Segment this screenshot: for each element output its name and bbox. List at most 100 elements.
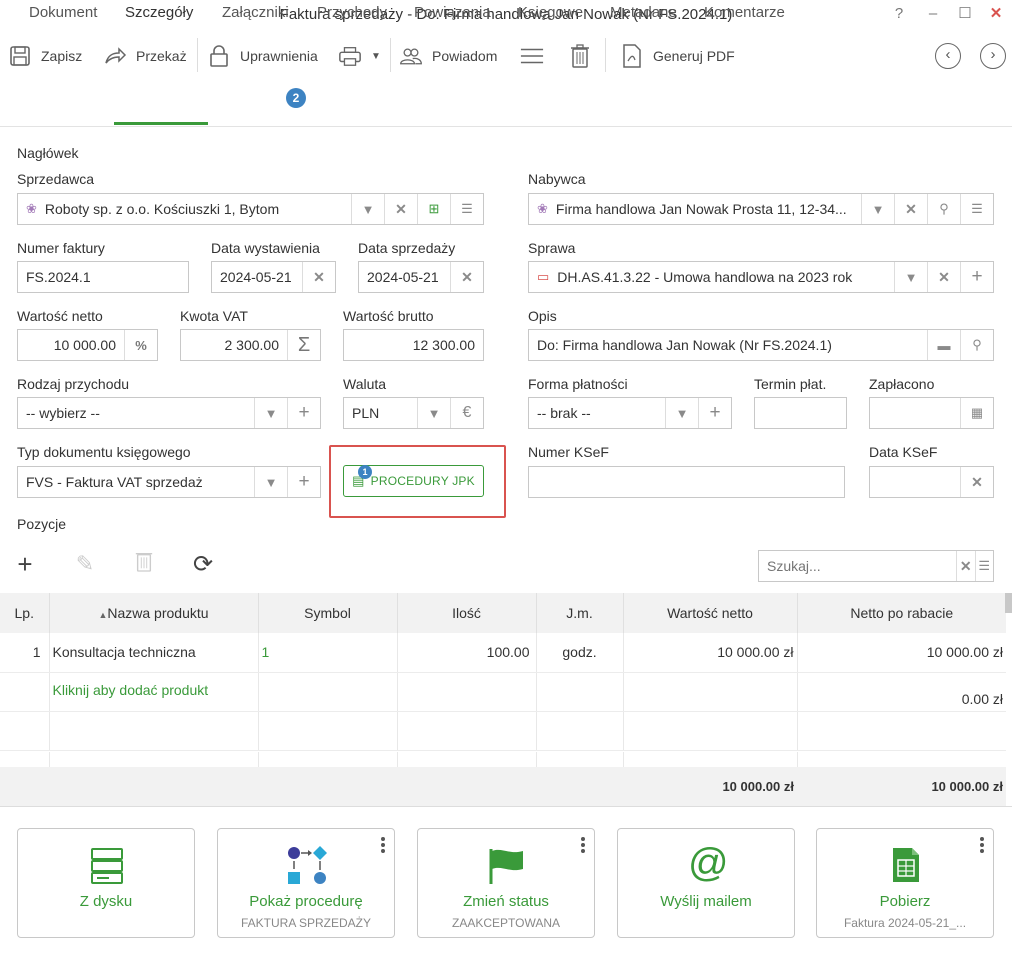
ksef-number-input[interactable] xyxy=(528,466,845,498)
sale-date-input[interactable]: 2024-05-21 ✕ xyxy=(358,261,484,293)
help-button[interactable]: ? xyxy=(888,2,910,26)
tile-change-status[interactable]: Zmień status ZAAKCEPTOWANA xyxy=(417,828,595,938)
dropdown-icon[interactable]: ▼ xyxy=(351,194,384,224)
hamburger-icon xyxy=(520,44,544,68)
previous-button[interactable]: ‹ xyxy=(935,43,961,69)
euro-icon[interactable]: € xyxy=(450,398,483,428)
description-input[interactable]: Do: Firma handlowa Jan Nowak (Nr FS.2024… xyxy=(528,329,994,361)
add-product-row[interactable]: Kliknij aby dodać produkt 0.00 zł xyxy=(0,672,1006,712)
currency-select[interactable]: PLN ▼ € xyxy=(343,397,484,429)
invoice-number-input[interactable]: FS.2024.1 xyxy=(17,261,189,293)
list-icon[interactable]: ☰ xyxy=(960,194,993,224)
dropdown-icon[interactable]: ▼ xyxy=(254,467,287,497)
print-button[interactable]: ▼ xyxy=(338,40,381,72)
payment-form-select[interactable]: -- brak -- ▼ + xyxy=(528,397,732,429)
tile-send-email[interactable]: @ Wyślij mailem xyxy=(617,828,795,938)
edit-position-button[interactable]: ✎ xyxy=(69,548,101,580)
gross-input[interactable]: 12 300.00 xyxy=(343,329,484,361)
add-icon[interactable]: + xyxy=(287,398,320,428)
minimize-button[interactable]: – xyxy=(922,2,944,26)
more-options-icon[interactable] xyxy=(380,835,386,855)
add-product-link[interactable]: Kliknij aby dodać produkt xyxy=(49,672,259,712)
clear-icon[interactable]: ✕ xyxy=(960,467,993,497)
search-input[interactable] xyxy=(759,552,956,580)
tab-metadane[interactable]: Metadane xyxy=(610,0,677,32)
issue-date-input[interactable]: 2024-05-21 ✕ xyxy=(211,261,336,293)
ksef-date-input[interactable]: ✕ xyxy=(869,466,994,498)
tile-from-disk[interactable]: Z dysku xyxy=(17,828,195,938)
more-options-icon[interactable] xyxy=(979,835,985,855)
search-icon[interactable]: ⚲ xyxy=(960,330,993,360)
col-net-discount[interactable]: Netto po rabacie xyxy=(797,593,1006,633)
hierarchy-icon[interactable]: ⊞ xyxy=(417,194,450,224)
calendar-icon[interactable]: ▦ xyxy=(960,398,993,428)
dropdown-icon[interactable]: ▼ xyxy=(254,398,287,428)
tab-ksiegowe[interactable]: Księgowe xyxy=(518,0,583,32)
col-symbol[interactable]: Symbol xyxy=(258,593,398,633)
add-icon[interactable]: + xyxy=(287,467,320,497)
permissions-button[interactable]: Uprawnienia xyxy=(207,40,318,72)
delete-button[interactable] xyxy=(568,40,592,72)
next-button[interactable]: › xyxy=(980,43,1006,69)
close-button[interactable]: ✕ xyxy=(985,2,1007,26)
paid-date-input[interactable]: ▦ xyxy=(869,397,994,429)
more-options-icon[interactable] xyxy=(580,835,586,855)
ksef-number-label: Numer KSeF xyxy=(528,444,609,460)
tile-download[interactable]: Pobierz Faktura 2024-05-21_... xyxy=(816,828,994,938)
tab-powiazania[interactable]: Powiązania xyxy=(414,0,491,32)
at-icon: @ xyxy=(688,841,729,885)
refresh-button[interactable]: ⟳ xyxy=(187,548,219,580)
clear-icon[interactable]: ✕ xyxy=(894,194,927,224)
tab-komentarze[interactable]: Komentarze xyxy=(704,0,785,32)
doc-type-select[interactable]: FVS - Faktura VAT sprzedaż ▼ + xyxy=(17,466,321,498)
add-icon[interactable]: + xyxy=(960,262,993,292)
payment-term-input[interactable] xyxy=(754,397,847,429)
col-quantity[interactable]: Ilość xyxy=(397,593,537,633)
seller-field[interactable]: ❀ Roboty sp. z o.o. Kościuszki 1, Bytom … xyxy=(17,193,484,225)
case-field[interactable]: ▭ DH.AS.41.3.22 - Umowa handlowa na 2023… xyxy=(528,261,994,293)
clear-icon[interactable]: ✕ xyxy=(302,262,335,292)
clear-icon[interactable]: ✕ xyxy=(450,262,483,292)
notify-button[interactable]: Powiadom xyxy=(399,40,497,72)
menu-button[interactable] xyxy=(520,40,544,72)
buyer-field[interactable]: ❀ Firma handlowa Jan Nowak Prosta 11, 12… xyxy=(528,193,994,225)
tab-szczegoly[interactable]: Szczegóły xyxy=(125,0,193,32)
generate-pdf-button[interactable]: Generuj PDF xyxy=(620,40,735,72)
clear-icon[interactable]: ✕ xyxy=(927,262,960,292)
tab-przychody[interactable]: Przychody xyxy=(317,0,387,32)
sum-icon[interactable]: Σ xyxy=(287,330,320,360)
add-position-button[interactable]: + xyxy=(9,548,41,580)
list-icon[interactable]: ☰ xyxy=(450,194,483,224)
vat-input[interactable]: 2 300.00 Σ xyxy=(180,329,321,361)
tile-show-procedure[interactable]: Pokaż procedurę FAKTURA SPRZEDAŻY xyxy=(217,828,395,938)
list-icon[interactable]: ☰ xyxy=(974,551,994,581)
location-pin-icon[interactable]: ⚲ xyxy=(927,194,960,224)
dropdown-icon[interactable]: ▼ xyxy=(861,194,894,224)
add-icon[interactable]: + xyxy=(698,398,731,428)
table-scrollbar[interactable] xyxy=(1005,593,1012,613)
forward-button[interactable]: Przekaż xyxy=(103,40,187,72)
dropdown-icon[interactable]: ▼ xyxy=(665,398,698,428)
clear-icon[interactable]: ✕ xyxy=(956,551,975,581)
maximize-button[interactable]: ☐ xyxy=(954,2,976,26)
clear-icon[interactable]: ✕ xyxy=(384,194,417,224)
delete-position-button[interactable] xyxy=(128,548,160,580)
tile-show-procedure-sub: FAKTURA SPRZEDAŻY xyxy=(240,916,372,930)
income-type-select[interactable]: -- wybierz -- ▼ + xyxy=(17,397,321,429)
tab-dokument[interactable]: Dokument xyxy=(29,0,97,32)
save-button[interactable]: Zapisz xyxy=(8,40,82,72)
table-row[interactable]: 1 Konsultacja techniczna 1 100.00 godz. … xyxy=(0,633,1006,673)
col-net-value[interactable]: Wartość netto xyxy=(623,593,798,633)
dropdown-icon[interactable]: ▼ xyxy=(894,262,927,292)
tabs-divider xyxy=(0,126,1012,127)
col-unit[interactable]: J.m. xyxy=(536,593,624,633)
net-value-input[interactable]: 10 000.00 % xyxy=(17,329,158,361)
col-lp[interactable]: Lp. xyxy=(0,593,50,633)
cell-symbol[interactable]: 1 xyxy=(258,633,398,673)
dropdown-icon[interactable]: ▼ xyxy=(417,398,450,428)
comment-icon[interactable]: ▬ xyxy=(927,330,960,360)
col-product-name[interactable]: ▲Nazwa produktu xyxy=(49,593,259,633)
percent-icon[interactable]: % xyxy=(124,330,157,360)
positions-search[interactable]: ✕ ☰ xyxy=(758,550,994,582)
tab-zalaczniki[interactable]: Załączniki xyxy=(222,0,289,32)
